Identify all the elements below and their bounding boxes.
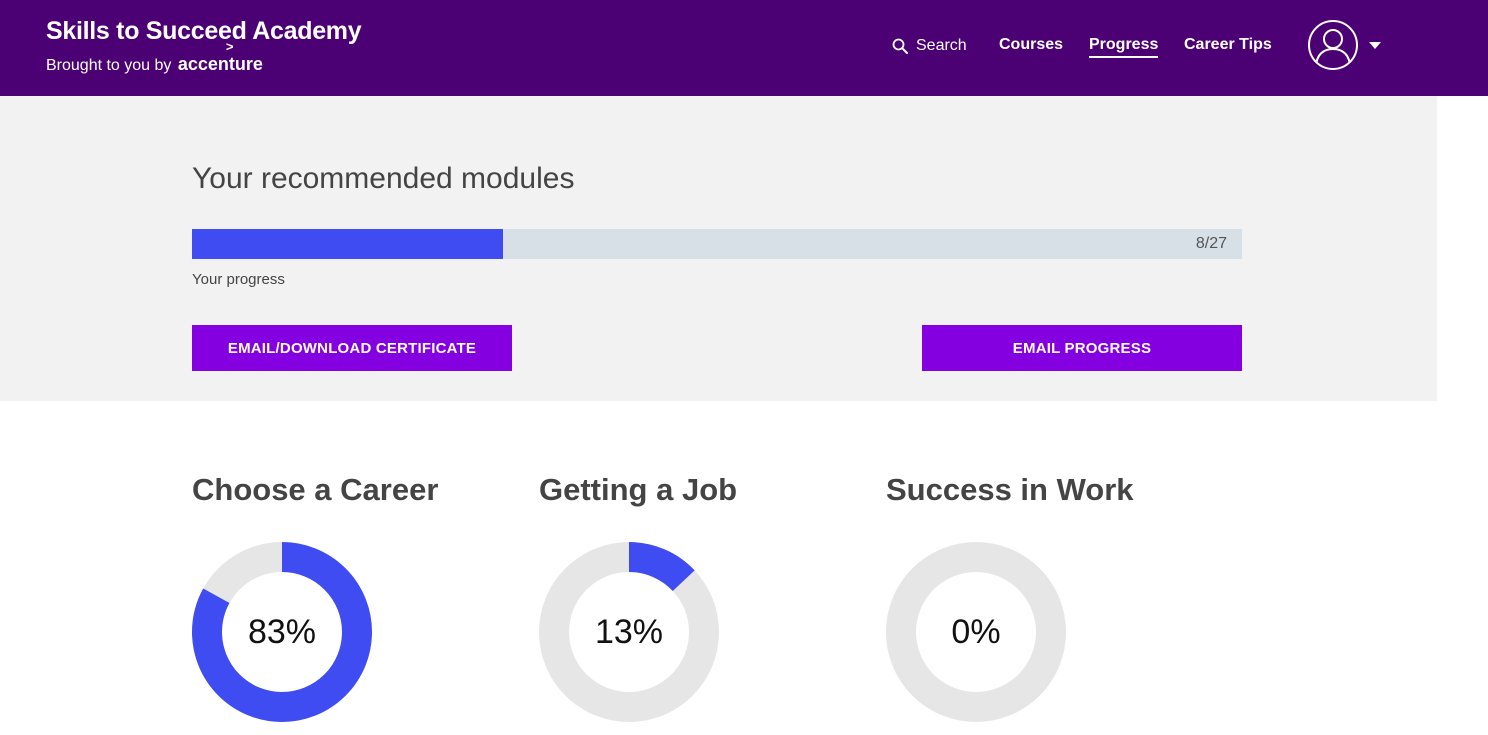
accenture-logo: > accenture (177, 39, 263, 74)
email-progress-button[interactable]: EMAIL PROGRESS (922, 325, 1242, 371)
donut-percent-label: 0% (951, 612, 1001, 651)
recommended-title: Your recommended modules (192, 162, 575, 195)
nav-search[interactable]: Search (892, 35, 967, 57)
donut-chart-job: 13% (539, 542, 719, 722)
nav-courses[interactable]: Courses (999, 36, 1063, 54)
user-silhouette-icon (1315, 29, 1351, 68)
user-avatar-icon[interactable] (1308, 20, 1358, 70)
category-title-career: Choose a Career (192, 472, 439, 507)
recommended-panel: Your recommended modules 8/27 Your progr… (0, 96, 1437, 401)
accenture-wordmark: accenture (177, 54, 263, 74)
donut-percent-label: 83% (247, 612, 317, 651)
caret-down-icon[interactable] (1369, 42, 1381, 49)
nav-career-tips[interactable]: Career Tips (1184, 36, 1272, 54)
category-title-job: Getting a Job (539, 472, 738, 507)
progress-bar-fill (192, 229, 504, 259)
brought-by-text: Brought to you by (46, 57, 172, 74)
search-label: Search (916, 37, 967, 54)
site-title[interactable]: Skills to Succeed Academy (46, 17, 362, 46)
progress-count: 8/27 (1195, 235, 1227, 252)
category-title-work: Success in Work (886, 472, 1134, 507)
donut-chart-work: 0% (886, 542, 1066, 722)
accenture-mark-icon: > (225, 39, 234, 54)
progress-label: Your progress (192, 271, 285, 288)
email-download-certificate-button[interactable]: EMAIL/DOWNLOAD CERTIFICATE (192, 325, 512, 371)
nav-progress[interactable]: Progress (1089, 36, 1159, 58)
donut-percent-label: 13% (594, 612, 664, 651)
progress-bar: 8/27 (192, 229, 1242, 259)
top-header: Skills to Succeed Academy Brought to you… (0, 0, 1488, 96)
search-icon (892, 38, 908, 54)
donut-chart-career: 83% (192, 542, 372, 722)
brand-subtitle: Brought to you by > accenture (46, 39, 263, 75)
